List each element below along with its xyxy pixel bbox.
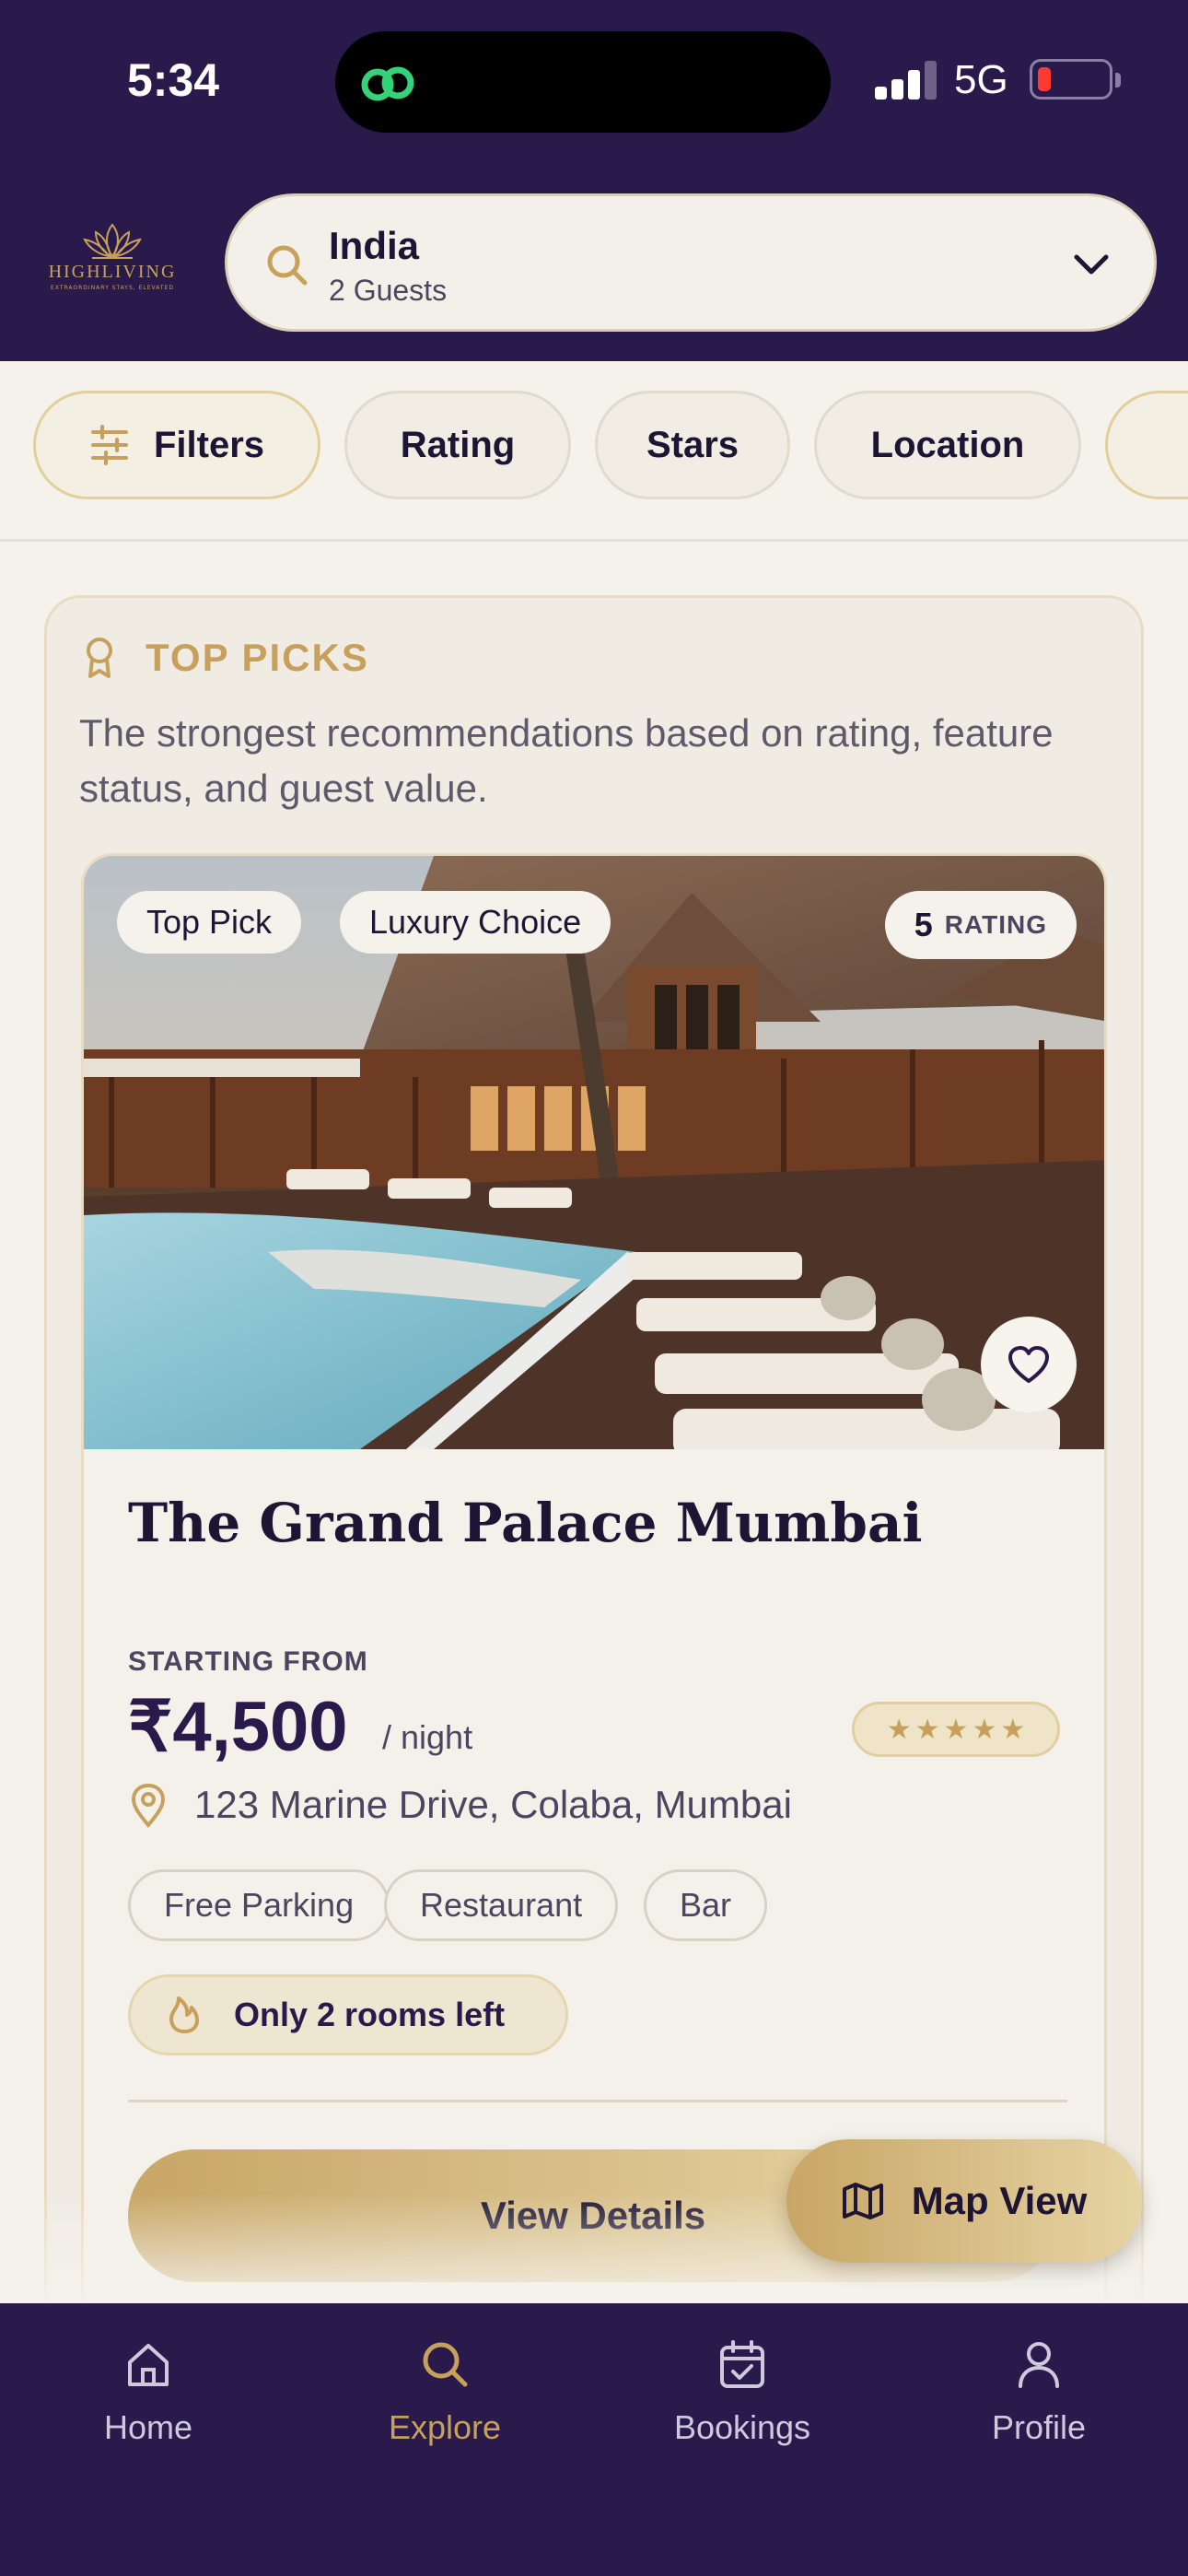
price-unit: / night (382, 1718, 473, 1756)
filter-chip-more[interactable] (1105, 391, 1188, 499)
rating-value: 5 (914, 906, 934, 943)
section-title: TOP PICKS (146, 636, 369, 679)
section-description: The strongest recommendations based on r… (79, 711, 1054, 810)
filters-button[interactable]: Filters (33, 391, 320, 499)
filter-chip-stars[interactable]: Stars (595, 391, 790, 499)
availability-text: Only 2 rooms left (234, 1996, 506, 2033)
tab-explore[interactable]: Explore (330, 2338, 560, 2447)
home-icon (128, 2344, 169, 2386)
hotel-name[interactable]: The Grand Palace Mumbai (128, 1492, 923, 1554)
calendar-icon (720, 2340, 764, 2388)
bottom-tab-bar: Home Explore Bookings Profile (0, 2303, 1188, 2576)
search-guests: 2 Guests (329, 274, 448, 307)
status-time: 5:34 (127, 54, 220, 106)
star-icon: ★ (886, 1713, 912, 1746)
amenity-chip: Free Parking (128, 1869, 390, 1941)
map-view-button[interactable]: Map View (786, 2139, 1142, 2263)
tab-home[interactable]: Home (33, 2338, 263, 2447)
chevron-down-icon[interactable] (1071, 248, 1112, 283)
amenity-chip: Bar (644, 1869, 768, 1941)
favorite-button[interactable] (981, 1317, 1077, 1412)
star-icon: ★ (943, 1713, 969, 1746)
tab-label: Explore (388, 2408, 502, 2446)
hotel-photo[interactable]: Top Pick Luxury Choice 5 RATING (84, 856, 1104, 1449)
search-icon (267, 245, 308, 286)
tab-label: Bookings (673, 2408, 811, 2446)
filters-label: Filters (153, 424, 265, 465)
battery-icon (1030, 59, 1121, 100)
star-icon: ★ (972, 1713, 997, 1746)
flame-icon (169, 1996, 199, 2033)
location-pin-icon (131, 1783, 166, 1829)
brand-tagline: EXTRAORDINARY STAYS, ELEVATED (51, 285, 174, 291)
search-icon (423, 2342, 468, 2387)
brand-name: HIGHLIVING (48, 262, 177, 282)
filter-chip-label: Rating (400, 424, 516, 465)
network-type: 5G (954, 57, 1008, 102)
filter-bar[interactable]: Filters Rating Stars Location (0, 361, 1188, 542)
hotel-price: ₹4,500 (128, 1688, 348, 1766)
divider (128, 2100, 1067, 2102)
link-icon (361, 66, 414, 101)
user-icon (1019, 2342, 1059, 2388)
filter-chip-location[interactable]: Location (814, 391, 1081, 499)
destination-search[interactable]: India 2 Guests (225, 193, 1157, 332)
filter-chip-rating[interactable]: Rating (344, 391, 571, 499)
sliders-icon (90, 425, 128, 465)
signal-icon (875, 61, 938, 100)
badge-top-pick: Top Pick (117, 891, 302, 954)
star-icon: ★ (914, 1713, 940, 1746)
tab-label: Profile (991, 2408, 1087, 2446)
brand-logo[interactable]: HIGHLIVING EXTRAORDINARY STAYS, ELEVATED (37, 219, 188, 308)
filter-chip-label: Stars (646, 424, 740, 465)
dynamic-island (335, 31, 831, 133)
star-icon: ★ (1000, 1713, 1026, 1746)
heart-icon (1008, 1346, 1049, 1383)
search-destination: India (329, 224, 420, 267)
availability-badge: Only 2 rooms left (128, 1974, 568, 2055)
rating-badge: 5 RATING (884, 891, 1077, 959)
lotus-icon (83, 223, 142, 259)
amenity-chip: Restaurant (384, 1869, 619, 1941)
app-header: 5:34 5G HIGHLIVING EXTRAORDINARY STAYS, … (0, 0, 1188, 361)
hotel-address: 123 Marine Drive, Colaba, Mumbai (194, 1783, 792, 1826)
filter-chip-label: Location (870, 424, 1025, 465)
award-icon (87, 638, 112, 678)
star-rating: ★ ★ ★ ★ ★ (852, 1702, 1060, 1757)
map-icon (842, 2183, 883, 2219)
hotel-card[interactable]: Top Pick Luxury Choice 5 RATING The Gran… (81, 853, 1107, 2327)
map-view-label: Map View (911, 2179, 1088, 2222)
rating-label: RATING (944, 910, 1047, 939)
tab-bookings[interactable]: Bookings (627, 2338, 857, 2447)
badge-luxury-choice: Luxury Choice (340, 891, 611, 954)
price-label: STARTING FROM (128, 1646, 368, 1677)
tab-profile[interactable]: Profile (924, 2338, 1154, 2447)
tab-label: Home (103, 2408, 193, 2446)
